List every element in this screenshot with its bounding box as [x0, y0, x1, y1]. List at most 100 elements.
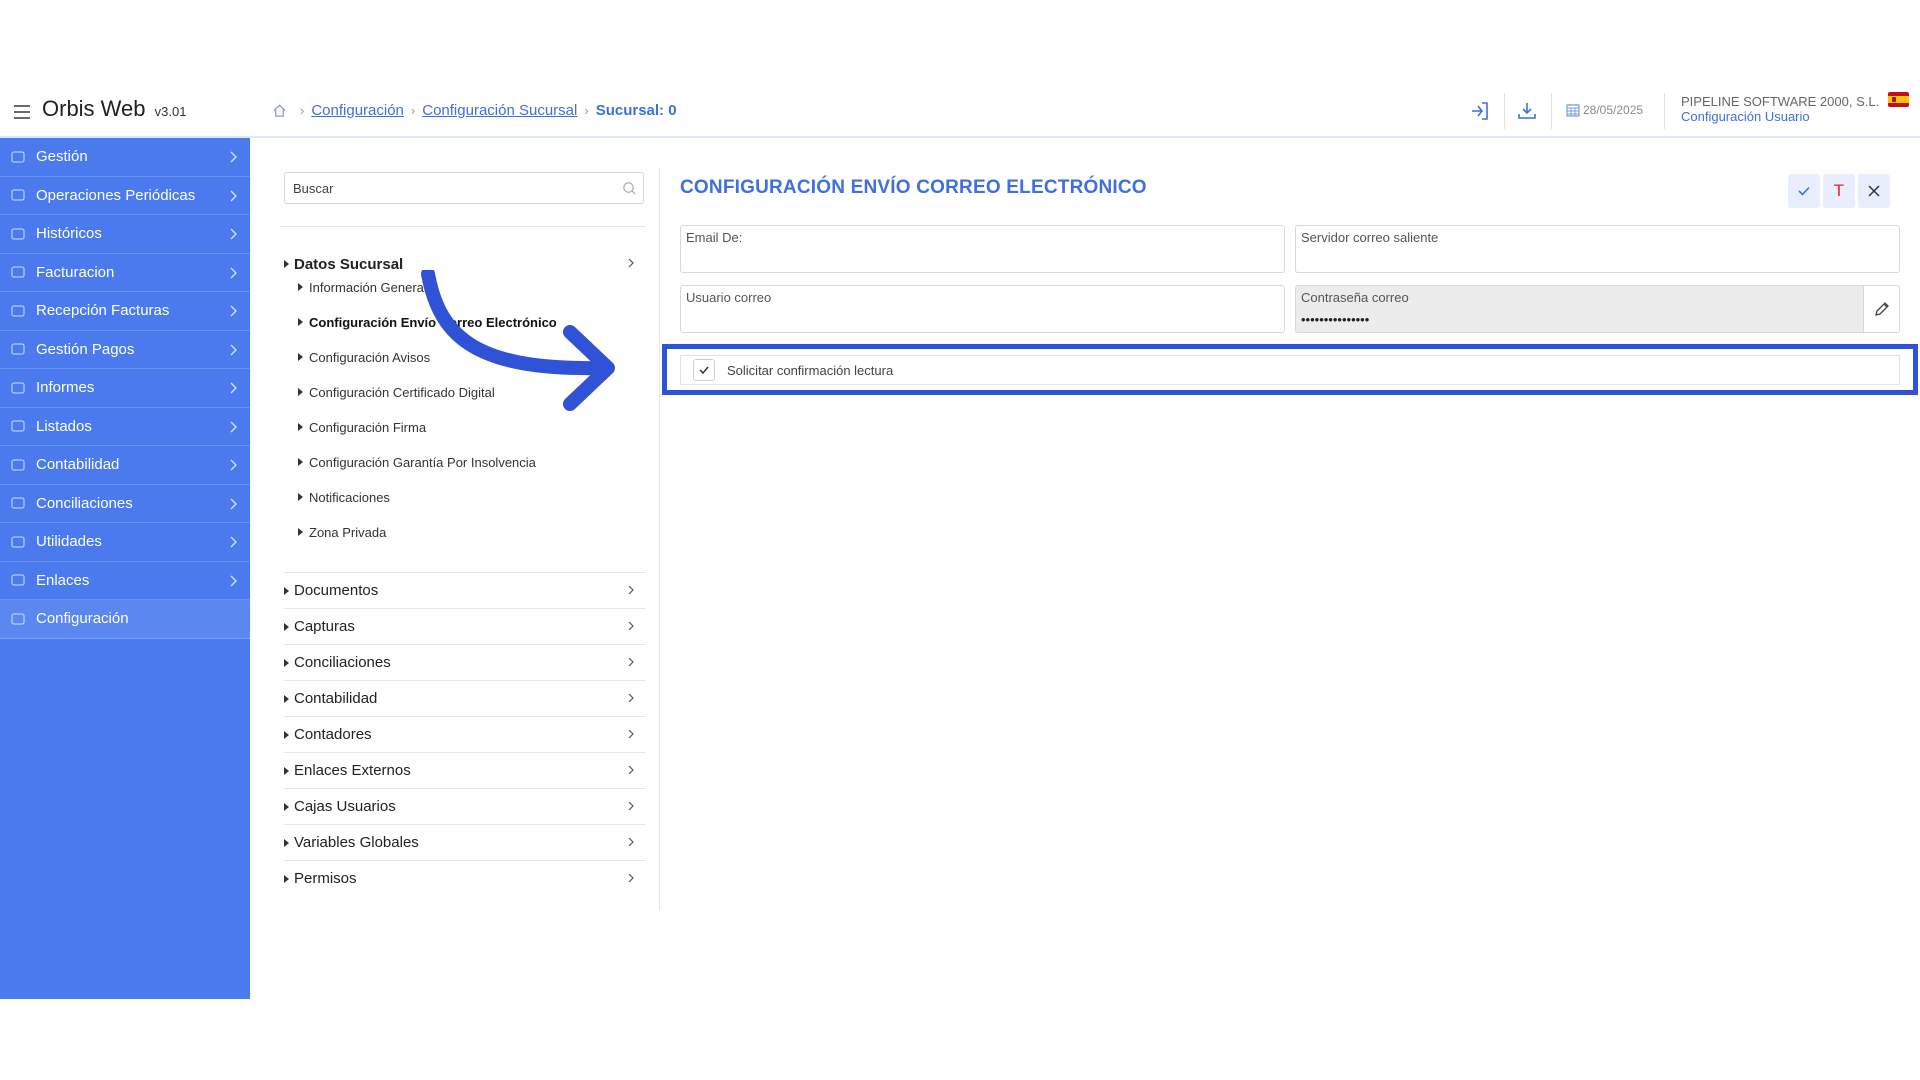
sidebar-item-label: Operaciones Periódicas [36, 186, 196, 204]
login-icon[interactable] [1468, 99, 1492, 123]
chevron-right-icon [628, 258, 634, 268]
config-tree: Datos Sucursal Información General Config… [280, 172, 646, 887]
tree-sub-item[interactable]: Zona Privada [298, 521, 386, 543]
servidor-input[interactable] [1301, 248, 1892, 270]
tree-sub-item[interactable]: Información General [298, 276, 427, 298]
sidebar-item-7[interactable]: Informes [0, 369, 250, 408]
sidebar-item-11[interactable]: Utilidades [0, 523, 250, 562]
tree-group[interactable]: Contabilidad [284, 680, 646, 716]
t-button[interactable]: T [1823, 174, 1855, 208]
chevron-right-icon [230, 459, 237, 471]
sidebar-item-label: Recepción Facturas [36, 302, 170, 320]
sidebar-item-10[interactable]: Conciliaciones [0, 485, 250, 523]
sidebar-item-label: Configuración [36, 610, 129, 628]
link-icon [11, 497, 25, 509]
sidebar-item-label: Utilidades [36, 533, 102, 551]
breadcrumb: › Configuración › Configuración Sucursal… [272, 102, 677, 119]
tree-sub-item[interactable]: Configuración Firma [298, 416, 426, 438]
tree-group[interactable]: Conciliaciones [284, 644, 646, 680]
password-input [1301, 308, 1856, 330]
caret-right-icon [284, 802, 289, 811]
spain-flag-icon[interactable] [1888, 92, 1909, 107]
sidebar-item-2[interactable]: Operaciones Periódicas [0, 177, 250, 215]
breadcrumb-current: Sucursal: 0 [595, 102, 677, 119]
tree-group[interactable]: Cajas Usuarios [284, 788, 646, 824]
ledger-icon [11, 459, 25, 471]
invoice-icon [11, 305, 25, 317]
download-icon[interactable] [1515, 99, 1539, 123]
breadcrumb-link-configuracion-sucursal[interactable]: Configuración Sucursal [422, 102, 577, 119]
sidebar-item-label: Listados [36, 417, 92, 435]
caret-right-icon [284, 586, 289, 595]
sidebar-item-13[interactable]: Configuración [0, 600, 250, 639]
search-icon[interactable] [622, 181, 637, 196]
highlight-box [662, 344, 1918, 395]
tree-group-label: Conciliaciones [294, 654, 391, 671]
top-header: Orbis Web v3.01 › Configuración › Config… [0, 89, 1920, 138]
usuario-correo-input[interactable] [686, 308, 1277, 330]
flask-icon [11, 266, 25, 278]
user-config-link[interactable]: Configuración Usuario [1681, 109, 1810, 124]
tree-group-label: Enlaces Externos [294, 762, 411, 779]
tree-group[interactable]: Variables Globales [284, 824, 646, 860]
home-icon[interactable] [272, 103, 287, 118]
sidebar-item-6[interactable]: Gestión Pagos [0, 331, 250, 369]
close-button[interactable] [1858, 174, 1890, 208]
breadcrumb-link-configuracion[interactable]: Configuración [311, 102, 404, 119]
accept-button[interactable] [1788, 174, 1820, 208]
sidebar-item-9[interactable]: Contabilidad [0, 446, 250, 485]
caret-right-icon [284, 694, 289, 703]
tree-group[interactable]: Documentos [284, 572, 646, 608]
tree-group-label: Capturas [294, 618, 355, 635]
briefcase-icon [11, 151, 25, 163]
tree-group[interactable]: Enlaces Externos [284, 752, 646, 788]
app-name: Orbis Web [42, 96, 146, 121]
sidebar-item-1[interactable]: Gestión [0, 138, 250, 177]
chevron-right-icon [230, 421, 237, 432]
sidebar-item-5[interactable]: Recepción Facturas [0, 292, 250, 331]
tree-group-label: Contabilidad [294, 690, 378, 707]
caret-right-icon [298, 528, 303, 536]
tree-sub-item-label: Notificaciones [309, 489, 390, 505]
sidebar-item-3[interactable]: Históricos [0, 215, 250, 254]
password-label: Contraseña correo [1301, 290, 1409, 305]
search-input[interactable] [285, 173, 643, 203]
caret-right-icon [298, 493, 303, 501]
tree-group[interactable]: Capturas [284, 608, 646, 644]
tree-group-label: Permisos [294, 870, 357, 887]
sidebar-item-12[interactable]: Enlaces [0, 562, 250, 600]
header-divider [1664, 93, 1665, 129]
tree-group[interactable]: Contadores [284, 716, 646, 752]
chevron-right-icon [230, 344, 237, 355]
tree-sub-item-label: Configuración Garantía Por Insolvencia [309, 454, 536, 470]
sidebar-item-4[interactable]: Facturacion [0, 254, 250, 292]
chevron-right-icon [230, 575, 237, 586]
sidebar-item-label: Informes [36, 379, 95, 397]
caret-right-icon [284, 260, 289, 268]
edit-password-button[interactable] [1864, 285, 1900, 333]
sidebar-item-8[interactable]: Listados [0, 408, 250, 446]
company-name: PIPELINE SOFTWARE 2000, S.L... [1681, 94, 1879, 109]
tools-icon [11, 536, 25, 548]
caret-right-icon [298, 283, 303, 291]
sidebar-item-label: Enlaces [36, 571, 90, 589]
tree-sub-item-label: Zona Privada [309, 524, 387, 540]
tree-sub-item-label: Configuración Avisos [309, 349, 431, 365]
app-title: Orbis Web v3.01 [42, 96, 186, 122]
caret-right-icon [284, 622, 289, 631]
sidebar-item-label: Gestión [36, 148, 88, 166]
chevron-right-icon [230, 190, 237, 201]
caret-right-icon [284, 874, 289, 883]
folder-icon [11, 228, 25, 240]
caret-right-icon [298, 318, 303, 326]
tree-divider [280, 226, 646, 227]
tree-sub-item[interactable]: Configuración Avisos [298, 346, 430, 368]
menu-toggle-icon[interactable] [14, 105, 30, 119]
tree-sub-item[interactable]: Configuración Garantía Por Insolvencia [298, 451, 536, 473]
email-de-input[interactable] [686, 248, 1277, 270]
app-version: v3.01 [154, 104, 187, 119]
tree-sub-item-label: Configuración Firma [309, 419, 427, 435]
building-icon [11, 343, 25, 355]
tree-sub-item[interactable]: Notificaciones [298, 486, 390, 508]
tree-group[interactable]: Permisos [284, 860, 646, 896]
